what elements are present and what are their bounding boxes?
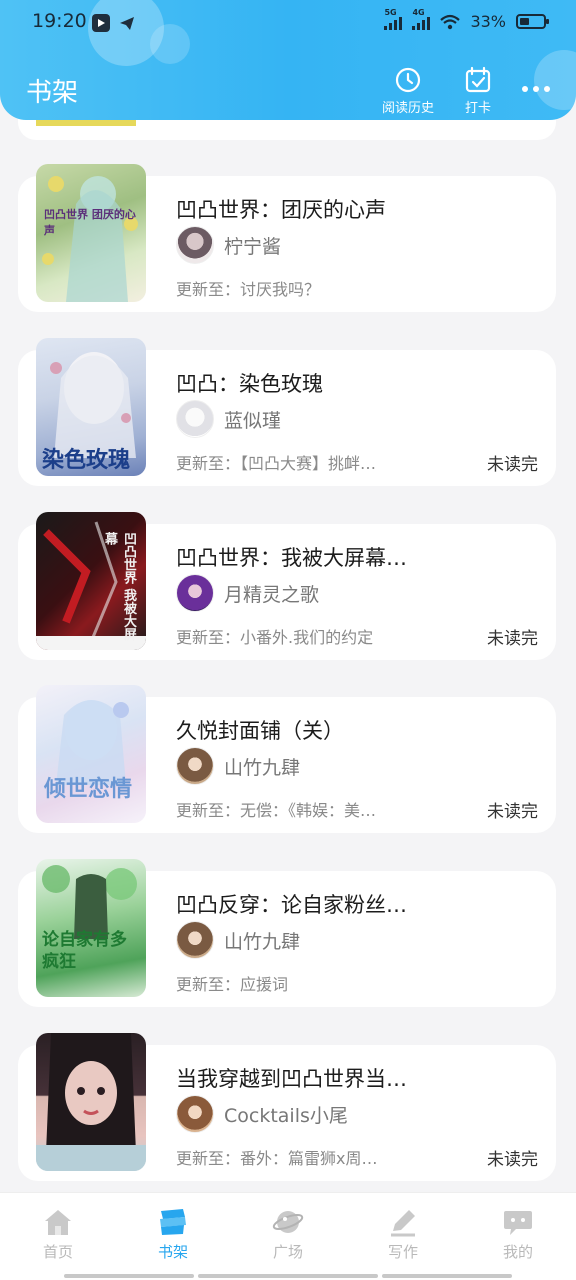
nav-label: 广场 xyxy=(272,1243,303,1261)
gesture-bar xyxy=(198,1274,378,1278)
book-cover xyxy=(36,1033,146,1171)
cover-text: 论自家有多疯狂 xyxy=(42,930,127,972)
nav-plaza[interactable]: 广场 xyxy=(248,1207,328,1262)
status-bar: 19:20 5G 4G 33% xyxy=(0,0,576,46)
book-card[interactable]: 倾世恋情 久悦封面铺（关） 山竹九肆 更新至：无偿：《韩娱：美… 未读完 xyxy=(18,685,556,833)
book-cover: 染色玫瑰 xyxy=(36,338,146,476)
checkin-label: 打卡 xyxy=(464,101,491,116)
nav-label: 书架 xyxy=(157,1243,188,1261)
unread-badge: 未读完 xyxy=(487,802,538,822)
nav-label: 写作 xyxy=(387,1243,418,1261)
nav-home[interactable]: 首页 xyxy=(18,1207,98,1262)
gesture-bar xyxy=(382,1274,512,1278)
book-card[interactable]: 凹凸世界 我被大屏幕 凹凸世界：我被大屏幕… 月精灵之歌 更新至：小番外.我们的… xyxy=(18,512,556,660)
unread-badge: 未读完 xyxy=(487,629,538,649)
author-avatar xyxy=(176,400,214,438)
media-app-icon xyxy=(92,14,110,32)
signal-4g-icon: 4G xyxy=(412,8,431,30)
author-name: 山竹九肆 xyxy=(224,930,301,953)
planet-icon xyxy=(272,1211,304,1233)
book-title: 凹凸反穿：论自家粉丝… xyxy=(176,893,407,917)
book-cover: 倾世恋情 xyxy=(36,685,146,823)
dot-icon xyxy=(544,86,550,92)
author-avatar xyxy=(176,1095,214,1133)
battery-percent: 33% xyxy=(470,12,506,31)
book-title: 久悦封面铺（关） xyxy=(176,719,344,743)
book-card[interactable]: 论自家有多疯狂 凹凸反穿：论自家粉丝… 山竹九肆 更新至：应援词 xyxy=(18,859,556,1007)
cover-text: 凹凸世界 我被大屏幕 xyxy=(102,532,136,641)
bookshelf-icon xyxy=(160,1209,186,1235)
book-title: 当我穿越到凹凸世界当… xyxy=(176,1067,407,1091)
checkin-button[interactable]: 打卡 xyxy=(464,66,492,116)
clock-icon xyxy=(395,67,421,93)
bookshelf-list[interactable]: 凹凸世界 团厌的心声 凹凸世界：团厌的心声 柠宁酱 更新至：讨厌我吗？ 染色玫瑰… xyxy=(0,0,576,1192)
author-avatar xyxy=(176,747,214,785)
nav-write[interactable]: 写作 xyxy=(363,1207,443,1262)
author-name: 蓝似瑾 xyxy=(224,409,282,432)
update-text: 更新至：讨厌我吗？ xyxy=(176,280,321,299)
author-name: 山竹九肆 xyxy=(224,756,301,779)
author-name: 月精灵之歌 xyxy=(224,583,320,606)
book-card[interactable]: 当我穿越到凹凸世界当… Cocktails小尾 更新至：番外：篇雷狮x周… 未读… xyxy=(18,1033,556,1181)
nav-bookshelf[interactable]: 书架 xyxy=(133,1207,213,1262)
reading-history-button[interactable]: 阅读历史 xyxy=(382,66,434,116)
clock: 19:20 xyxy=(32,10,87,32)
book-title: 凹凸世界：我被大屏幕… xyxy=(176,546,407,570)
gesture-bar xyxy=(64,1274,194,1278)
cover-text: 凹凸世界 团厌的心声 xyxy=(44,208,136,237)
dot-icon xyxy=(522,86,528,92)
update-text: 更新至：番外：篇雷狮x周… xyxy=(176,1149,378,1168)
signal-5g-icon: 5G xyxy=(384,8,403,30)
more-options-button[interactable] xyxy=(522,86,550,92)
author-avatar xyxy=(176,574,214,612)
page-title: 书架 xyxy=(26,78,79,108)
unread-badge: 未读完 xyxy=(487,1150,538,1170)
wifi-icon xyxy=(440,14,461,29)
nav-mine[interactable]: 我的 xyxy=(478,1207,558,1262)
nav-label: 我的 xyxy=(502,1243,533,1261)
author-avatar xyxy=(176,226,214,264)
nav-label: 首页 xyxy=(42,1243,73,1261)
pen-icon xyxy=(391,1210,415,1237)
chat-face-icon xyxy=(504,1211,532,1235)
reading-history-label: 阅读历史 xyxy=(382,101,435,116)
cover-text: 倾世恋情 xyxy=(44,776,133,802)
book-title: 凹凸：染色玫瑰 xyxy=(176,372,323,396)
book-title: 凹凸世界：团厌的心声 xyxy=(176,198,386,222)
dot-icon xyxy=(533,86,539,92)
book-cover: 论自家有多疯狂 xyxy=(36,859,146,997)
cover-text: 染色玫瑰 xyxy=(42,447,131,473)
update-text: 更新至：小番外.我们的约定 xyxy=(176,628,374,647)
book-cover: 凹凸世界 团厌的心声 xyxy=(36,164,146,302)
update-text: 更新至：应援词 xyxy=(176,975,289,994)
bottom-nav: 首页 书架 广场 写作 我的 xyxy=(0,1192,576,1280)
book-cover: 凹凸世界 我被大屏幕 xyxy=(36,512,146,650)
author-name: 柠宁酱 xyxy=(224,235,282,258)
battery-icon xyxy=(516,14,549,29)
book-card[interactable]: 凹凸世界 团厌的心声 凹凸世界：团厌的心声 柠宁酱 更新至：讨厌我吗？ xyxy=(18,164,556,312)
unread-badge: 未读完 xyxy=(487,455,538,475)
telegram-icon xyxy=(118,14,136,32)
update-text: 更新至：【凹凸大赛】挑衅… xyxy=(176,454,377,473)
home-icon xyxy=(45,1210,71,1235)
app-header: 19:20 5G 4G 33% 书架 阅读历史 打卡 xyxy=(0,0,576,120)
author-name: Cocktails小尾 xyxy=(224,1104,348,1127)
book-card[interactable]: 染色玫瑰 凹凸：染色玫瑰 蓝似瑾 更新至：【凹凸大赛】挑衅… 未读完 xyxy=(18,338,556,486)
author-avatar xyxy=(176,921,214,959)
calendar-check-icon xyxy=(465,66,491,93)
update-text: 更新至：无偿：《韩娱：美… xyxy=(176,801,377,820)
